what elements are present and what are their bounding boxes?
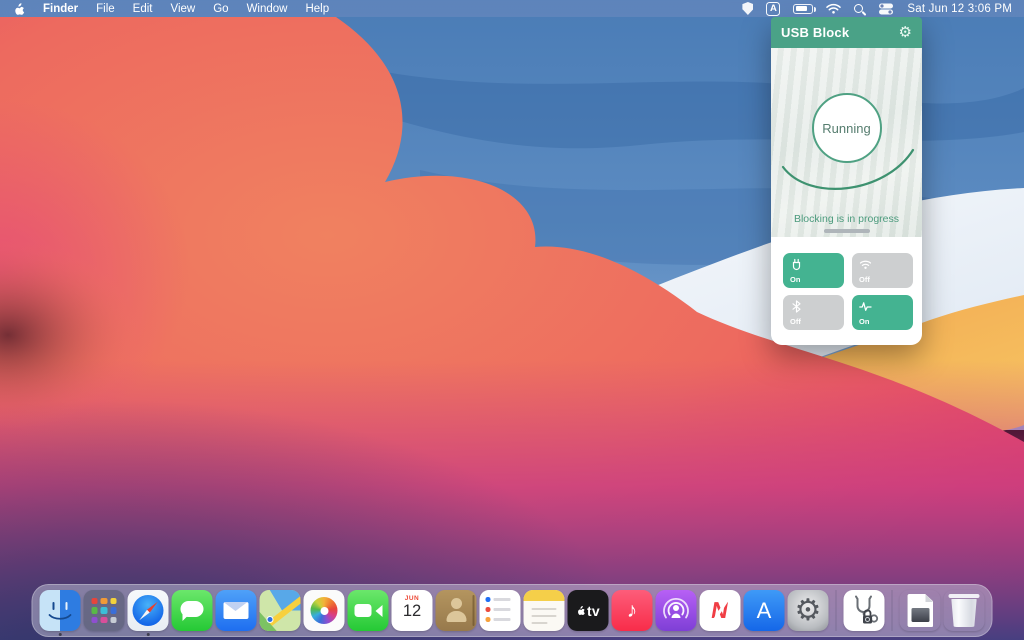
safari-icon [128, 590, 169, 631]
bluetooth-toggle[interactable]: Off [783, 295, 844, 330]
wifi-toggle-state: Off [859, 275, 870, 284]
menu-bar-clock[interactable]: Sat Jun 12 3:06 PM [907, 3, 1012, 15]
desktop: Finder File Edit View Go Window Help A [0, 0, 1024, 640]
dock: JUN 12 [32, 584, 993, 637]
photos-icon [304, 590, 345, 631]
bluetooth-icon [790, 300, 803, 313]
activity-icon [859, 300, 872, 313]
menu-edit[interactable]: Edit [133, 3, 153, 15]
apple-logo-icon [576, 605, 586, 616]
keyboard-input-icon[interactable]: A [766, 2, 780, 16]
maps-icon [260, 590, 301, 631]
battery-icon[interactable] [793, 4, 813, 14]
usb-block-status-panel: Running Blocking is in progress [771, 48, 922, 237]
wifi-icon[interactable] [826, 3, 841, 14]
blocking-message: Blocking is in progress [771, 213, 922, 225]
messages-icon [172, 590, 213, 631]
app-store-icon: A [744, 590, 785, 631]
music-icon: ♪ [612, 590, 653, 631]
dock-item-contacts[interactable] [436, 590, 477, 631]
menu-finder[interactable]: Finder [43, 3, 78, 15]
finder-icon [40, 590, 81, 631]
dock-item-photos[interactable] [304, 590, 345, 631]
dock-item-podcasts[interactable] [656, 590, 697, 631]
facetime-icon [348, 590, 389, 631]
usb-toggle-state: On [790, 275, 800, 284]
shield-icon[interactable] [742, 2, 753, 15]
calendar-icon: JUN 12 [392, 590, 433, 631]
menu-window[interactable]: Window [247, 3, 288, 15]
music-note-glyph: ♪ [627, 600, 638, 621]
dock-item-music[interactable]: ♪ [612, 590, 653, 631]
reminders-icon [480, 590, 521, 631]
dock-item-news[interactable]: N [700, 590, 741, 631]
dock-item-notes[interactable] [524, 590, 565, 631]
dock-item-reminders[interactable] [480, 590, 521, 631]
dock-divider [892, 590, 893, 631]
app-store-letter: A [757, 600, 772, 622]
usb-icon [790, 258, 803, 271]
usb-block-title: USB Block [781, 25, 849, 40]
dock-item-trash[interactable] [944, 590, 985, 631]
dock-item-document[interactable] [900, 590, 941, 631]
dock-item-safari[interactable] [128, 590, 169, 631]
menu-file[interactable]: File [96, 3, 115, 15]
bluetooth-toggle-state: Off [790, 317, 801, 326]
wifi-icon [859, 258, 872, 271]
safari-running-indicator [146, 633, 150, 637]
apple-menu[interactable] [12, 2, 25, 16]
usb-block-popover: USB Block ⚙ Running Blocking is in progr… [771, 17, 922, 345]
dock-divider [836, 590, 837, 631]
apple-icon [12, 2, 25, 16]
notes-icon [524, 590, 565, 631]
mail-icon [216, 590, 257, 631]
dock-item-mail[interactable] [216, 590, 257, 631]
dock-item-messages[interactable] [172, 590, 213, 631]
wifi-toggle[interactable]: Off [852, 253, 913, 288]
toggle-grid: On Off Off On [771, 237, 922, 345]
dock-item-app-store[interactable]: A [744, 590, 785, 631]
news-icon: N [700, 590, 741, 631]
calendar-month: JUN [392, 595, 433, 602]
running-label: Running [822, 121, 870, 136]
dock-item-apple-tv[interactable]: tv [568, 590, 609, 631]
podcasts-icon [656, 590, 697, 631]
finder-running-indicator [58, 633, 62, 637]
menu-go[interactable]: Go [213, 3, 228, 15]
system-preferences-icon: ⚙ [788, 590, 829, 631]
menu-bar: Finder File Edit View Go Window Help A [0, 0, 1024, 17]
contacts-icon [436, 590, 477, 631]
dock-item-usb-block[interactable] [844, 590, 885, 631]
settings-gear-icon[interactable]: ⚙ [899, 25, 912, 40]
dock-item-system-preferences[interactable]: ⚙ [788, 590, 829, 631]
search-icon[interactable] [854, 4, 863, 13]
menu-view[interactable]: View [171, 3, 196, 15]
launchpad-icon [84, 590, 125, 631]
trash-icon [944, 590, 985, 631]
activity-toggle[interactable]: On [852, 295, 913, 330]
mini-progress-bar [824, 229, 870, 233]
usb-toggle[interactable]: On [783, 253, 844, 288]
dock-item-finder[interactable] [40, 590, 81, 631]
apple-tv-icon: tv [568, 590, 609, 631]
calendar-day: 12 [392, 602, 433, 621]
menu-help[interactable]: Help [305, 3, 329, 15]
tv-label: tv [587, 603, 600, 619]
control-center-icon[interactable] [878, 3, 894, 15]
document-icon [900, 590, 941, 631]
progress-arc [771, 138, 922, 208]
dock-item-calendar[interactable]: JUN 12 [392, 590, 433, 631]
gear-icon: ⚙ [795, 596, 822, 626]
activity-toggle-state: On [859, 317, 869, 326]
dock-item-facetime[interactable] [348, 590, 389, 631]
usb-block-app-icon [844, 590, 885, 631]
dock-item-launchpad[interactable] [84, 590, 125, 631]
usb-block-header: USB Block ⚙ [771, 17, 922, 48]
dock-item-maps[interactable] [260, 590, 301, 631]
